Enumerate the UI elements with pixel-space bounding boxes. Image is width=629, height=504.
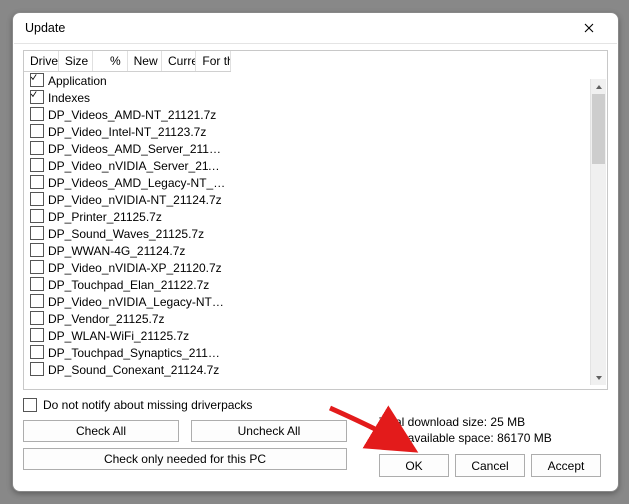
row-checkbox[interactable] — [30, 158, 44, 172]
col-for-this-pc[interactable]: For this PC? — [196, 51, 230, 72]
table-row[interactable]: DP_Video_nVIDIA-XP_21120.7z791 MB0%21120… — [24, 259, 230, 276]
row-checkbox[interactable] — [30, 124, 44, 138]
row-checkbox[interactable] — [30, 73, 44, 87]
table-row[interactable]: DP_Sound_Waves_21125.7z980 MB0%21125Miss… — [24, 225, 230, 242]
table-row[interactable]: Indexes14 MB0%Yes — [24, 89, 230, 106]
row-name: DP_WWAN-4G_21124.7z — [48, 244, 185, 258]
row-checkbox[interactable] — [30, 294, 44, 308]
close-button[interactable] — [568, 16, 610, 40]
uncheck-all-button[interactable]: Uncheck All — [191, 420, 347, 442]
notify-checkbox[interactable] — [23, 398, 37, 412]
row-name: DP_Sound_Conexant_21124.7z — [48, 363, 219, 377]
row-name: DP_WLAN-WiFi_21125.7z — [48, 329, 189, 343]
update-dialog: Update Driverpack Size % New Current For — [12, 12, 619, 492]
table-row[interactable]: DP_Videos_AMD_Server_21121.7z2493 MB0%21… — [24, 140, 230, 157]
check-all-button[interactable]: Check All — [23, 420, 179, 442]
row-name: DP_Video_nVIDIA_Legacy-NT_211... — [48, 295, 230, 309]
row-name: DP_Videos_AMD-NT_21121.7z — [48, 108, 216, 122]
table-row[interactable]: DP_Video_nVIDIA_Server_21120.7z2376 MB0%… — [24, 157, 230, 174]
row-name: DP_Printer_21125.7z — [48, 210, 162, 224]
row-checkbox[interactable] — [30, 107, 44, 121]
table-row[interactable]: DP_Touchpad_Synaptics_21123.7z445 MB0%21… — [24, 344, 230, 361]
close-icon — [584, 23, 594, 33]
row-checkbox[interactable] — [30, 226, 44, 240]
row-name: Indexes — [48, 91, 90, 105]
row-checkbox[interactable] — [30, 345, 44, 359]
col-new[interactable]: New — [127, 51, 161, 72]
row-checkbox[interactable] — [30, 277, 44, 291]
row-checkbox[interactable] — [30, 243, 44, 257]
table-row[interactable]: DP_Video_nVIDIA-NT_21124.7z1856 MB0%2112… — [24, 191, 230, 208]
scroll-down-button[interactable] — [591, 370, 606, 385]
title-bar: Update — [13, 13, 618, 43]
row-checkbox[interactable] — [30, 141, 44, 155]
table-row[interactable]: DP_Touchpad_Elan_21122.7z676 MB0%21122Mi… — [24, 276, 230, 293]
row-name: DP_Video_nVIDIA-XP_21120.7z — [48, 261, 222, 275]
row-checkbox[interactable] — [30, 311, 44, 325]
table-row[interactable]: DP_Video_Intel-NT_21123.7z2856 MB0%21123… — [24, 123, 230, 140]
column-headers: Driverpack Size % New Current For this P… — [24, 51, 230, 72]
vertical-scrollbar[interactable] — [590, 79, 606, 385]
total-download-label: Total download size: 25 MB — [379, 414, 608, 430]
row-name: DP_Touchpad_Synaptics_21123.7z — [48, 346, 230, 360]
table-row[interactable]: Application11 MB0%SDI_R21...SDI_R539Yes — [24, 72, 230, 89]
table-row[interactable]: DP_Sound_Conexant_21124.7z444 MB0%21124M… — [24, 361, 230, 378]
row-name: DP_Vendor_21125.7z — [48, 312, 165, 326]
row-name: DP_Videos_AMD_Legacy-NT_211... — [48, 176, 230, 190]
table-row[interactable]: DP_Videos_AMD-NT_21121.7z3642 MB0%21121M… — [24, 106, 230, 123]
row-checkbox[interactable] — [30, 328, 44, 342]
row-name: DP_Videos_AMD_Server_21121.7z — [48, 142, 230, 156]
accept-button[interactable]: Accept — [531, 454, 601, 477]
row-name: DP_Video_nVIDIA_Server_21120.7z — [48, 159, 230, 173]
row-checkbox[interactable] — [30, 192, 44, 206]
cancel-button[interactable]: Cancel — [455, 454, 525, 477]
window-title: Update — [25, 21, 568, 35]
table-row[interactable]: DP_Video_nVIDIA_Legacy-NT_211...618 MB0%… — [24, 293, 230, 310]
row-checkbox[interactable] — [30, 362, 44, 376]
col-driverpack[interactable]: Driverpack — [24, 51, 58, 72]
col-size[interactable]: Size — [58, 51, 92, 72]
row-checkbox[interactable] — [30, 209, 44, 223]
scroll-up-button[interactable] — [591, 79, 606, 94]
table-row[interactable]: DP_WWAN-4G_21124.7z839 MB0%21124MissingN… — [24, 242, 230, 259]
row-checkbox[interactable] — [30, 260, 44, 274]
row-checkbox[interactable] — [30, 175, 44, 189]
table-row[interactable]: DP_Videos_AMD_Legacy-NT_211...2016 MB0%2… — [24, 174, 230, 191]
only-needed-button[interactable]: Check only needed for this PC — [23, 448, 347, 470]
row-name: DP_Touchpad_Elan_21122.7z — [48, 278, 209, 292]
table-row[interactable]: DP_Printer_21125.7z1685 MB0%21125Missing… — [24, 208, 230, 225]
table-row[interactable]: DP_WLAN-WiFi_21125.7z491 MB0%21125Missin… — [24, 327, 230, 344]
table-row[interactable]: DP_Vendor_21125.7z507 MB0%21125MissingNo — [24, 310, 230, 327]
col-current[interactable]: Current — [162, 51, 196, 72]
col-percent[interactable]: % — [93, 51, 127, 72]
row-checkbox[interactable] — [30, 90, 44, 104]
driverpack-list: Driverpack Size % New Current For this P… — [23, 50, 608, 390]
row-name: DP_Video_nVIDIA-NT_21124.7z — [48, 193, 222, 207]
row-name: DP_Sound_Waves_21125.7z — [48, 227, 204, 241]
total-space-label: Total available space: 86170 MB — [379, 430, 608, 446]
ok-button[interactable]: OK — [379, 454, 449, 477]
row-name: Application — [48, 74, 107, 88]
scroll-thumb[interactable] — [592, 94, 605, 164]
notify-label: Do not notify about missing driverpacks — [43, 398, 252, 412]
row-name: DP_Video_Intel-NT_21123.7z — [48, 125, 206, 139]
